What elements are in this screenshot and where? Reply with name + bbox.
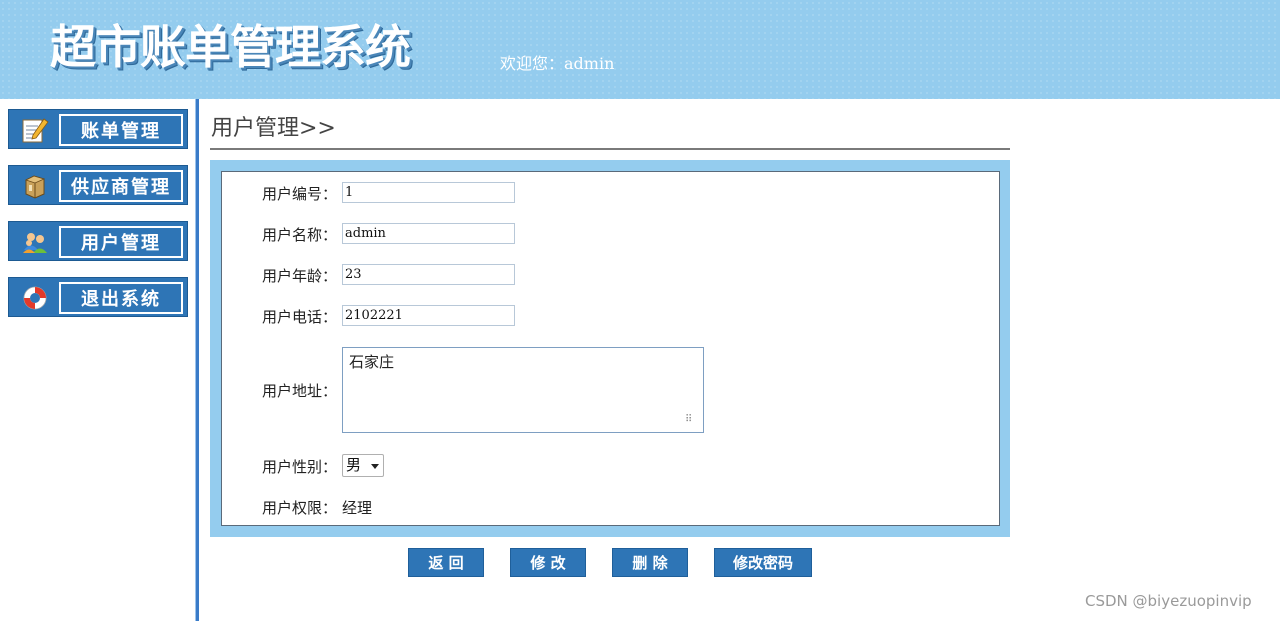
change-password-button[interactable]: 修改密码 (714, 548, 812, 577)
sidebar-item-bills[interactable]: 账单管理 (8, 109, 188, 149)
user-id-label: 用户编号： (262, 185, 338, 203)
user-id-input[interactable] (342, 182, 515, 203)
user-form-frame: 用户编号： 用户名称： 用户年龄： 用户电话： 用户地址： 石家庄 ⠿ 用户性别… (210, 160, 1010, 537)
notepad-icon (15, 115, 55, 145)
watermark-text: CSDN @biyezuopinvip (1085, 592, 1252, 610)
user-name-input[interactable] (342, 223, 515, 244)
sidebar: 账单管理 供应商管理 用户管理 退出系统 (0, 99, 195, 621)
chevron-down-icon (371, 464, 379, 469)
user-address-textarea[interactable]: 石家庄 (342, 347, 704, 433)
page-title: 用户管理>> (211, 116, 336, 141)
sidebar-item-label: 用户管理 (59, 226, 183, 258)
sidebar-item-label: 供应商管理 (59, 170, 183, 202)
user-phone-input[interactable] (342, 305, 515, 326)
user-role-value: 经理 (342, 499, 373, 517)
user-gender-select[interactable]: 男 (342, 454, 384, 477)
lifebuoy-icon (15, 283, 55, 313)
user-age-input[interactable] (342, 264, 515, 285)
sidebar-divider (195, 99, 199, 621)
users-icon (15, 227, 55, 257)
sidebar-item-label: 账单管理 (59, 114, 183, 146)
user-role-label: 用户权限： (262, 499, 338, 517)
user-name-label: 用户名称： (262, 226, 338, 244)
sidebar-item-logout[interactable]: 退出系统 (8, 277, 188, 317)
edit-button[interactable]: 修 改 (510, 548, 586, 577)
user-age-label: 用户年龄： (262, 267, 338, 285)
user-gender-value: 男 (346, 456, 362, 474)
header-banner: 超市账单管理系统 欢迎您：admin (0, 0, 1280, 99)
user-phone-label: 用户电话： (262, 308, 338, 326)
user-gender-label: 用户性别： (262, 458, 338, 476)
box-icon (15, 171, 55, 201)
user-address-label: 用户地址： (262, 382, 338, 400)
app-title: 超市账单管理系统 (50, 20, 411, 74)
user-form: 用户编号： 用户名称： 用户年龄： 用户电话： 用户地址： 石家庄 ⠿ 用户性别… (221, 171, 1000, 526)
sidebar-item-users[interactable]: 用户管理 (8, 221, 188, 261)
welcome-text: 欢迎您：admin (500, 54, 615, 73)
sidebar-item-label: 退出系统 (59, 282, 183, 314)
delete-button[interactable]: 删 除 (612, 548, 688, 577)
sidebar-item-suppliers[interactable]: 供应商管理 (8, 165, 188, 205)
title-divider (210, 148, 1010, 150)
resize-grip-icon[interactable]: ⠿ (685, 415, 699, 429)
back-button[interactable]: 返 回 (408, 548, 484, 577)
